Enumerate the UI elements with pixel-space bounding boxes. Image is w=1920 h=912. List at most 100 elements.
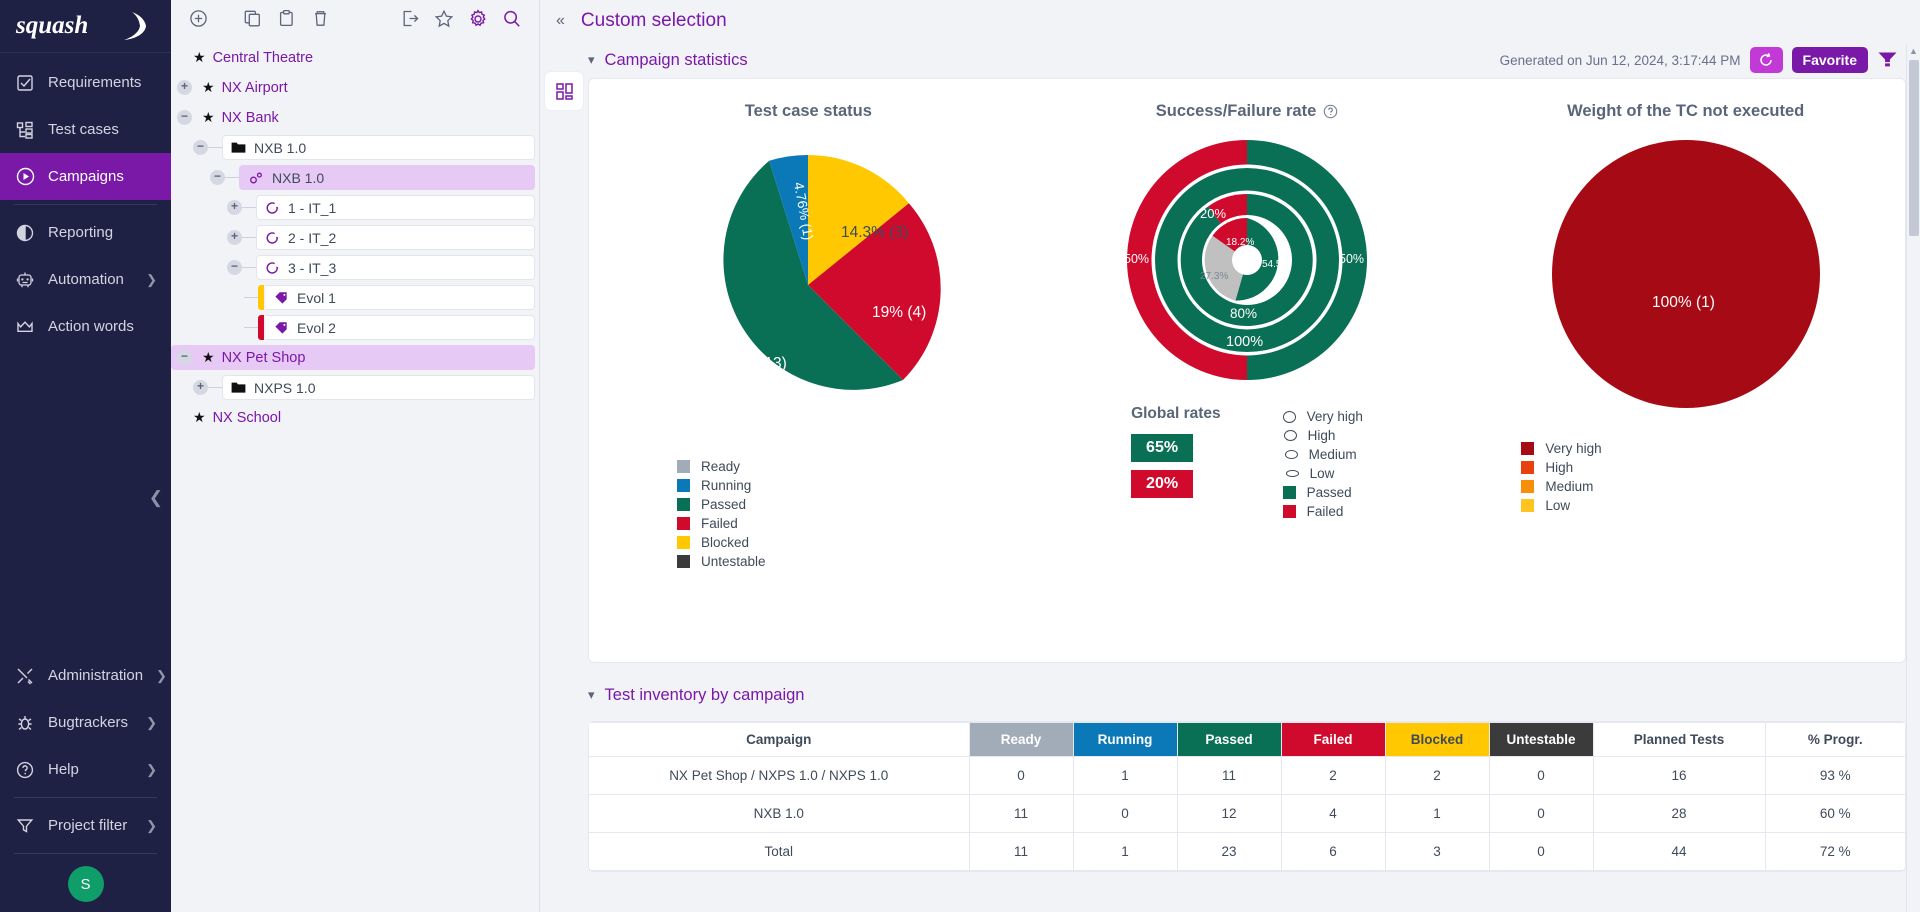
tree-node-it1[interactable]: + 1 - IT_1: [171, 195, 539, 220]
nav-collapse-button[interactable]: ❮: [149, 488, 163, 508]
ring-label-veryhigh-failed: 50%: [1124, 252, 1149, 266]
pie-label-passed: 61.9% (13): [711, 355, 787, 372]
tree-node-row[interactable]: Evol 1: [266, 285, 535, 310]
legend-label: Blocked: [701, 535, 749, 550]
collapse-toggle[interactable]: −: [227, 260, 242, 275]
status-stripe: [258, 315, 264, 340]
cell-planned: 28: [1593, 795, 1765, 833]
search-icon[interactable]: [495, 4, 529, 34]
test-inventory-table: Campaign Ready Running Passed Failed Blo…: [589, 722, 1905, 871]
export-icon[interactable]: [393, 4, 427, 34]
sidebar-item-reporting[interactable]: Reporting: [0, 209, 171, 256]
sidebar-item-campaigns[interactable]: Campaigns: [0, 153, 171, 200]
sidebar-item-requirements[interactable]: Requirements: [0, 59, 171, 106]
expand-toggle[interactable]: +: [227, 230, 242, 245]
th-passed[interactable]: Passed: [1177, 723, 1281, 757]
sidebar-item-test-cases[interactable]: Test cases: [0, 106, 171, 153]
chart-title: Success/Failure rate: [1156, 102, 1339, 121]
refresh-button[interactable]: [1750, 47, 1783, 73]
tree-node-row[interactable]: NXPS 1.0: [222, 375, 535, 400]
th-blocked[interactable]: Blocked: [1385, 723, 1489, 757]
add-icon[interactable]: [181, 4, 215, 34]
copy-icon[interactable]: [235, 4, 269, 34]
funnel-icon[interactable]: [1877, 50, 1898, 70]
double-chevron-left-icon[interactable]: «: [556, 12, 565, 30]
gear-icon[interactable]: [461, 4, 495, 34]
tree-node-nxb-folder[interactable]: − NXB 1.0: [171, 135, 539, 160]
collapse-toggle[interactable]: −: [177, 110, 192, 125]
legend-label: Failed: [1307, 504, 1344, 519]
th-untestable[interactable]: Untestable: [1489, 723, 1593, 757]
expand-toggle[interactable]: +: [193, 380, 208, 395]
favorite-button[interactable]: Favorite: [1792, 47, 1868, 73]
tree-node-row[interactable]: 3 - IT_3: [256, 255, 535, 280]
th-progress[interactable]: % Progr.: [1765, 723, 1905, 757]
tree-node-nxps-folder[interactable]: + NXPS 1.0: [171, 375, 539, 400]
tree-node-nx-school[interactable]: ★ NX School: [171, 405, 539, 430]
cell-untestable: 0: [1489, 795, 1593, 833]
tree-node-row-selected[interactable]: NXB 1.0: [239, 165, 535, 190]
tree-node-label: NXB 1.0: [272, 170, 324, 186]
question-circle-icon[interactable]: [1323, 104, 1338, 119]
question-circle-icon: [15, 760, 35, 780]
th-running[interactable]: Running: [1073, 723, 1177, 757]
pie-label-blocked: 14.3% (3): [841, 224, 908, 241]
legend-label: Passed: [1307, 485, 1352, 500]
tree-node-it2[interactable]: + 2 - IT_2: [171, 225, 539, 250]
delete-icon[interactable]: [303, 4, 337, 34]
dashboard-grid-icon[interactable]: [545, 72, 583, 110]
sidebar-item-action-words[interactable]: Action words: [0, 303, 171, 350]
sidebar-item-project-filter[interactable]: Project filter ❯: [0, 802, 171, 849]
th-ready[interactable]: Ready: [969, 723, 1073, 757]
expand-toggle[interactable]: +: [177, 80, 192, 95]
cell-blocked: 1: [1385, 795, 1489, 833]
scroll-up-arrow[interactable]: ▲: [1907, 44, 1920, 58]
color-swatch: [677, 479, 690, 492]
table-row-total[interactable]: Total 11 1 23 6 3 0 44 72 %: [589, 833, 1905, 871]
star-icon[interactable]: [427, 4, 461, 34]
tree-node-it3[interactable]: − 3 - IT_3: [171, 255, 539, 280]
table-row[interactable]: NX Pet Shop / NXPS 1.0 / NXPS 1.0 0 1 11…: [589, 757, 1905, 795]
iteration-icon: [265, 201, 280, 215]
scrollbar-thumb[interactable]: [1909, 60, 1919, 236]
legend-item: Medium: [1283, 445, 1363, 464]
tree-node-nx-pet-shop[interactable]: − ★ NX Pet Shop: [171, 345, 535, 370]
collapse-toggle[interactable]: −: [210, 170, 225, 185]
star-icon: ★: [202, 79, 215, 96]
sidebar-item-automation[interactable]: Automation ❯: [0, 256, 171, 303]
avatar[interactable]: S: [68, 866, 104, 902]
sidebar-item-administration[interactable]: Administration ❯: [0, 652, 171, 699]
tree-node-row[interactable]: Evol 2: [266, 315, 535, 340]
tree-node-central-theatre[interactable]: ★ Central Theatre: [171, 45, 539, 70]
chevron-down-icon[interactable]: ▾: [588, 687, 595, 703]
tree-node-evol2[interactable]: Evol 2: [171, 315, 539, 340]
vertical-scrollbar[interactable]: ▲: [1906, 44, 1920, 912]
collapse-toggle[interactable]: −: [193, 140, 208, 155]
tree-node-row[interactable]: 2 - IT_2: [256, 225, 535, 250]
nav-divider-2: [14, 797, 157, 798]
play-circle-icon: [15, 167, 35, 187]
th-campaign[interactable]: Campaign: [589, 723, 969, 757]
paste-icon[interactable]: [269, 4, 303, 34]
legend-test-case-status: Ready Running Passed Failed Blocked Unte…: [677, 457, 766, 571]
checklist-icon: [15, 73, 35, 93]
sidebar-item-bugtrackers[interactable]: Bugtrackers ❯: [0, 699, 171, 746]
th-planned-tests[interactable]: Planned Tests: [1593, 723, 1765, 757]
tree-node-row[interactable]: NXB 1.0: [222, 135, 535, 160]
tree-node-nx-airport[interactable]: + ★ NX Airport: [171, 75, 539, 100]
collapse-toggle[interactable]: −: [177, 350, 192, 365]
chevron-down-icon[interactable]: ▾: [588, 52, 595, 68]
campaign-statistics-card: Test case status 14.3% (3) 19% (4) 61.9%…: [588, 78, 1906, 663]
tree-node-nx-bank[interactable]: − ★ NX Bank: [171, 105, 539, 130]
sidebar-item-help[interactable]: Help ❯: [0, 746, 171, 793]
table-row[interactable]: NXB 1.0 11 0 12 4 1 0 28 60 %: [589, 795, 1905, 833]
squash-logo[interactable]: squash: [0, 0, 171, 53]
cell-running: 1: [1073, 833, 1177, 871]
tree-node-nxb-campaign[interactable]: − NXB 1.0: [171, 165, 539, 190]
expand-toggle[interactable]: +: [227, 200, 242, 215]
tree-node-row[interactable]: 1 - IT_1: [256, 195, 535, 220]
tree-node-evol1[interactable]: Evol 1: [171, 285, 539, 310]
legend-item: Failed: [1283, 502, 1363, 521]
th-failed[interactable]: Failed: [1281, 723, 1385, 757]
tree-connector: [242, 267, 256, 268]
